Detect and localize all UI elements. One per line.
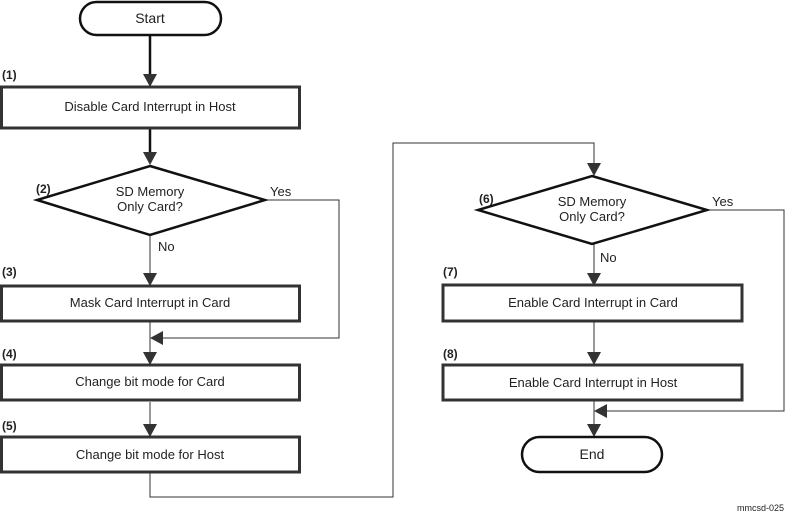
step-2-number: (2): [36, 182, 51, 196]
step-7-label: Enable Card Interrupt in Card: [508, 295, 678, 310]
end-label: End: [580, 446, 605, 462]
step-1-label: Disable Card Interrupt in Host: [64, 99, 236, 114]
step-2-yes-label: Yes: [270, 184, 292, 199]
arrow-head-icon: [143, 152, 157, 165]
step-6-number: (6): [479, 192, 494, 206]
step-7-number: (7): [443, 265, 458, 279]
arrow-head-icon: [143, 352, 157, 365]
arrow-head-icon: [143, 273, 157, 286]
arrow-head-icon: [594, 404, 607, 418]
start-label: Start: [135, 10, 165, 26]
arrow-head-icon: [587, 424, 601, 437]
step-6-no-label: No: [600, 250, 617, 265]
arrow-head-icon: [587, 352, 601, 365]
step-2-no-label: No: [158, 239, 175, 254]
step-4-number: (4): [2, 347, 17, 361]
flowchart: Start (1) Disable Card Interrupt in Host…: [0, 0, 785, 513]
step-8-number: (8): [443, 347, 458, 361]
arrow-head-icon: [587, 163, 601, 176]
step-1-number: (1): [2, 68, 17, 82]
arrow-head-icon: [143, 74, 157, 87]
step-6-line1: SD Memory: [558, 194, 627, 209]
arrow-head-icon: [143, 424, 157, 437]
step-6-yes-label: Yes: [712, 194, 734, 209]
step-6-line2: Only Card?: [559, 209, 625, 224]
step-5-label: Change bit mode for Host: [76, 447, 225, 462]
step-3-number: (3): [2, 265, 17, 279]
figure-id: mmcsd-025: [737, 503, 784, 513]
step-4-label: Change bit mode for Card: [75, 374, 225, 389]
step-2-line1: SD Memory: [116, 184, 185, 199]
step-3-label: Mask Card Interrupt in Card: [70, 295, 230, 310]
step-2-line2: Only Card?: [117, 199, 183, 214]
step-5-number: (5): [2, 419, 17, 433]
arrow-head-icon: [150, 331, 163, 345]
step-8-label: Enable Card Interrupt in Host: [509, 375, 678, 390]
